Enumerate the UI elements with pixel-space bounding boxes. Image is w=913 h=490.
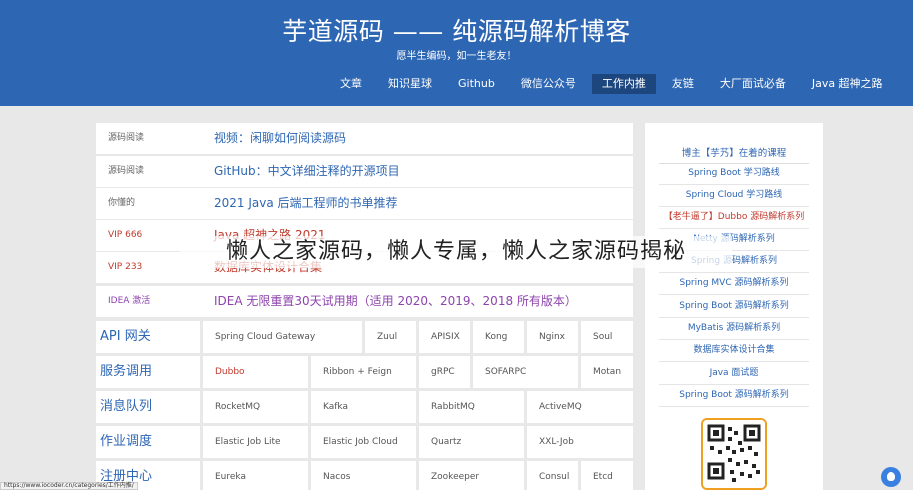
- sidebar-course-link[interactable]: Spring MVC 源码解析系列: [659, 273, 809, 295]
- article-category: 源码阅读: [108, 166, 145, 176]
- tech-item[interactable]: RabbitMQ: [419, 391, 524, 423]
- tech-item[interactable]: SOFARPC: [473, 356, 578, 388]
- watermark-banner: 懒人之家源码，懒人专属，懒人之家源码揭秘: [180, 236, 732, 268]
- sidebar-course-link[interactable]: 【老牛逼了】Dubbo 源码解析系列: [659, 207, 809, 229]
- site-subtitle: 愿半生编码，如一生老友！: [396, 51, 517, 62]
- article-row[interactable]: 你懂的 2021 Java 后端工程师的书单推荐: [96, 188, 633, 219]
- article-category: VIP 233: [108, 262, 143, 272]
- tech-item[interactable]: APISIX: [419, 321, 470, 353]
- article-link[interactable]: GitHub：中文详细注释的开源项目: [214, 156, 400, 187]
- nav-item-articles[interactable]: 文章: [330, 74, 372, 94]
- chat-bubble-icon[interactable]: [881, 467, 901, 487]
- tech-item[interactable]: Dubbo: [203, 356, 308, 388]
- nav-item-knowledge-planet[interactable]: 知识星球: [378, 74, 442, 94]
- tech-item[interactable]: Consul: [527, 461, 578, 490]
- sidebar-course-link[interactable]: Spring Cloud 学习路线: [659, 185, 809, 207]
- main-nav: 文章 知识星球 Github 微信公众号 工作内推 友链 大厂面试必备 Java…: [330, 74, 899, 96]
- tech-item[interactable]: Etcd: [581, 461, 633, 490]
- sidebar-course-link[interactable]: Spring Boot 源码解析系列: [659, 385, 809, 407]
- tech-item[interactable]: Spring Cloud Gateway: [203, 321, 362, 353]
- tech-item[interactable]: gRPC: [419, 356, 470, 388]
- tech-row: 服务调用 Dubbo Ribbon + Feign gRPC SOFARPC M…: [96, 356, 633, 388]
- tech-item[interactable]: ActiveMQ: [527, 391, 633, 423]
- article-row[interactable]: IDEA 激活 IDEA 无限重置30天试用期（适用 2020、2019、201…: [96, 286, 633, 317]
- article-category: 源码阅读: [108, 133, 145, 143]
- tech-item[interactable]: Motan: [581, 356, 633, 388]
- tech-item[interactable]: Kafka: [311, 391, 416, 423]
- tech-item[interactable]: XXL-Job: [527, 426, 633, 458]
- article-row[interactable]: 源码阅读 GitHub：中文详细注释的开源项目: [96, 156, 633, 187]
- nav-item-jobs[interactable]: 工作内推: [591, 74, 656, 94]
- sidebar-title[interactable]: 博主【芋艿】在着的课程: [659, 145, 809, 164]
- main-content: 源码阅读 视频：闲聊如何阅读源码 源码阅读 GitHub：中文详细注释的开源项目…: [96, 123, 633, 490]
- tech-row: 注册中心 Eureka Nacos Zookeeper Consul Etcd: [96, 461, 633, 490]
- nav-item-interview[interactable]: 大厂面试必备: [710, 74, 796, 94]
- tech-item[interactable]: Kong: [473, 321, 524, 353]
- site-title[interactable]: 芋道源码 —— 纯源码解析博客: [0, 12, 913, 48]
- tech-category-label[interactable]: 消息队列: [96, 391, 200, 423]
- tech-category-label[interactable]: 服务调用: [96, 356, 200, 388]
- tech-item[interactable]: Zuul: [365, 321, 416, 353]
- tech-item[interactable]: Elastic Job Lite: [203, 426, 308, 458]
- article-link[interactable]: 2021 Java 后端工程师的书单推荐: [214, 188, 398, 219]
- tech-item[interactable]: Nacos: [311, 461, 416, 490]
- nav-item-wechat[interactable]: 微信公众号: [511, 74, 586, 94]
- tech-item[interactable]: Zookeeper: [419, 461, 524, 490]
- sidebar-course-link[interactable]: Java 面试题: [659, 363, 809, 385]
- sidebar-course-link[interactable]: Spring Boot 源码解析系列: [659, 296, 809, 318]
- tech-item[interactable]: Ribbon + Feign: [311, 356, 416, 388]
- sidebar-course-link[interactable]: Spring Boot 学习路线: [659, 163, 809, 185]
- article-link[interactable]: 视频：闲聊如何阅读源码: [214, 123, 346, 154]
- tech-item[interactable]: Quartz: [419, 426, 524, 458]
- article-category: IDEA 激活: [108, 296, 151, 306]
- site-header: 芋道源码 —— 纯源码解析博客 愿半生编码，如一生老友！ 文章 知识星球 Git…: [0, 0, 913, 106]
- tech-category-label[interactable]: 作业调度: [96, 426, 200, 458]
- browser-status-url: https://www.iocoder.cn/categories/工作内推/: [0, 482, 138, 490]
- tech-item[interactable]: Nginx: [527, 321, 578, 353]
- article-link[interactable]: IDEA 无限重置30天试用期（适用 2020、2019、2018 所有版本）: [214, 286, 577, 317]
- tech-category-label[interactable]: API 网关: [96, 321, 200, 353]
- article-row[interactable]: 源码阅读 视频：闲聊如何阅读源码: [96, 123, 633, 154]
- nav-item-github[interactable]: Github: [448, 74, 505, 94]
- tech-row: 消息队列 RocketMQ Kafka RabbitMQ ActiveMQ: [96, 391, 633, 423]
- article-category: 你懂的: [108, 198, 136, 208]
- tech-row: API 网关 Spring Cloud Gateway Zuul APISIX …: [96, 321, 633, 353]
- tech-item[interactable]: Elastic Job Cloud: [311, 426, 416, 458]
- sidebar-course-link[interactable]: 数据库实体设计合集: [659, 340, 809, 362]
- tech-row: 作业调度 Elastic Job Lite Elastic Job Cloud …: [96, 426, 633, 458]
- article-category: VIP 666: [108, 230, 143, 240]
- tech-item[interactable]: Eureka: [203, 461, 308, 490]
- tech-item[interactable]: RocketMQ: [203, 391, 308, 423]
- nav-item-java-path[interactable]: Java 超神之路: [802, 74, 893, 94]
- watermark-text: 懒人之家源码，懒人专属，懒人之家源码揭秘: [225, 239, 686, 264]
- tech-item[interactable]: Soul: [581, 321, 633, 353]
- nav-item-friend-links[interactable]: 友链: [662, 74, 704, 94]
- sidebar-course-link[interactable]: MyBatis 源码解析系列: [659, 318, 809, 340]
- wechat-qr-code: [701, 418, 767, 490]
